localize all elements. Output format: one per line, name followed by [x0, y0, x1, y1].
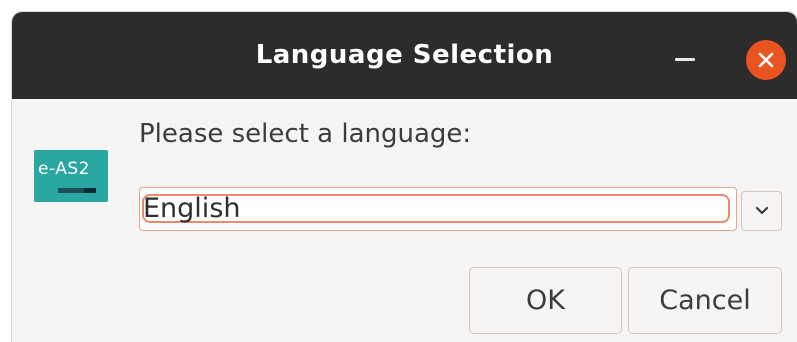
language-selection-dialog: Language Selection e-AS2 Please select a…	[12, 12, 797, 342]
window-title: Language Selection	[255, 40, 554, 70]
language-select-value[interactable]: English	[143, 192, 241, 226]
title-bar: Language Selection	[12, 12, 797, 99]
logo-decoration	[58, 188, 84, 193]
chevron-down-icon	[755, 206, 769, 215]
prompt-label: Please select a language:	[139, 119, 472, 149]
minimize-button[interactable]	[675, 58, 695, 61]
close-icon	[758, 52, 774, 68]
logo-decoration-dark	[84, 188, 96, 193]
logo-text: e-AS2	[38, 159, 90, 179]
app-logo: e-AS2	[34, 150, 108, 202]
language-select[interactable]: English	[139, 187, 737, 231]
language-dropdown-button[interactable]	[741, 191, 782, 231]
ok-button[interactable]: OK	[469, 267, 622, 334]
cancel-button[interactable]: Cancel	[628, 267, 782, 334]
close-button[interactable]	[746, 40, 786, 80]
